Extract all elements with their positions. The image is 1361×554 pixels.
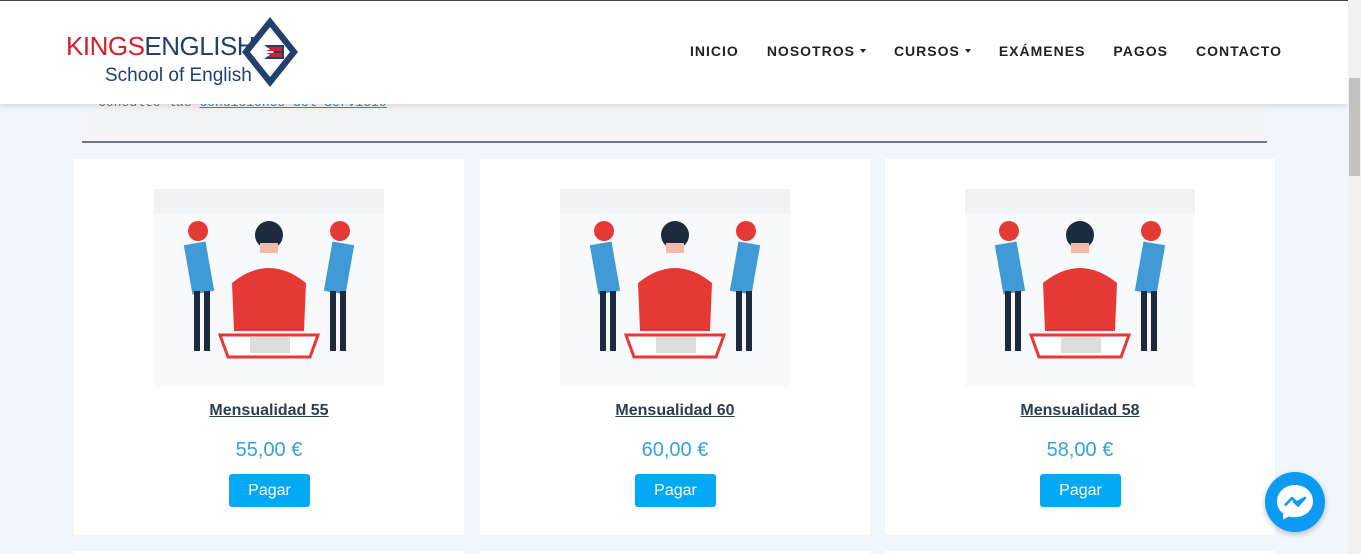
product-card: Mensualidad 58 58,00 € Pagar xyxy=(885,159,1275,535)
product-price: 58,00 € xyxy=(1046,439,1114,461)
product-title[interactable]: Mensualidad 60 xyxy=(480,402,870,420)
pay-button[interactable]: Pagar xyxy=(229,474,310,507)
nav-inicio[interactable]: INICIO xyxy=(690,43,739,59)
product-card: Mensualidad 55 55,00 € Pagar xyxy=(74,159,464,535)
messenger-icon xyxy=(1277,485,1313,520)
section-divider xyxy=(82,141,1267,143)
pay-button[interactable]: Pagar xyxy=(1040,474,1121,507)
nav-contacto[interactable]: CONTACTO xyxy=(1196,43,1282,59)
course-illustration[interactable] xyxy=(965,183,1195,387)
product-price: 60,00 € xyxy=(641,439,709,461)
product-title[interactable]: Mensualidad 58 xyxy=(885,402,1275,420)
site-logo[interactable]: KINGSENGLISH School of English xyxy=(64,15,304,89)
product-price: 55,00 € xyxy=(235,439,303,461)
nav-nosotros[interactable]: NOSOTROS xyxy=(767,43,866,59)
logo-wordmark: KINGSENGLISH xyxy=(66,31,256,61)
messenger-chat-button[interactable] xyxy=(1265,472,1325,532)
scrollbar-thumb[interactable] xyxy=(1349,78,1360,176)
product-title[interactable]: Mensualidad 55 xyxy=(74,402,464,420)
course-illustration[interactable] xyxy=(560,183,790,387)
nav-cursos[interactable]: CURSOS xyxy=(894,43,971,59)
caret-down-icon xyxy=(964,49,971,53)
caret-down-icon xyxy=(859,49,866,53)
site-header: KINGSENGLISH School of English INICIO NO… xyxy=(0,0,1348,104)
nav-pagos[interactable]: PAGOS xyxy=(1113,43,1168,59)
nav-examenes[interactable]: EXÁMENES xyxy=(999,43,1086,59)
page-scrollbar[interactable] xyxy=(1348,0,1361,554)
main-nav: INICIO NOSOTROS CURSOS EXÁMENES PAGOS CO… xyxy=(690,43,1282,59)
course-illustration[interactable] xyxy=(154,183,384,387)
pay-button[interactable]: Pagar xyxy=(635,474,716,507)
logo-diamond-icon xyxy=(242,17,298,87)
product-card: Mensualidad 60 60,00 € Pagar xyxy=(480,159,870,535)
logo-subtitle: School of English xyxy=(105,65,252,86)
